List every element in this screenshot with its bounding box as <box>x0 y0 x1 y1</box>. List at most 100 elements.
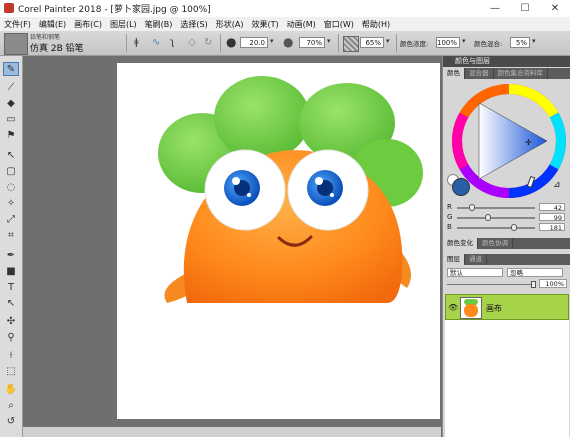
document-canvas[interactable] <box>117 63 440 419</box>
blue-slider[interactable]: B 181 <box>447 223 569 232</box>
brush-variant-label[interactable]: 仿真 2B 铅笔 <box>30 41 84 54</box>
bleed-field[interactable]: 5% <box>510 37 530 48</box>
window-title: Corel Painter 2018 - [萝卜家园.jpg @ 100%] <box>18 5 211 15</box>
tab-color[interactable]: 颜色 <box>443 68 465 79</box>
menu-canvas[interactable]: 画布(C) <box>70 19 106 30</box>
layer-opacity-slider[interactable] <box>447 281 537 288</box>
menu-layers[interactable]: 图层(L) <box>106 19 141 30</box>
toolbox: ✎ ⟋ ◆ ▭ ⚑ ↖ ▢ ◌ ✧ ⤢ ⌗ ✒ ■ T ↖ ✣ ⚲ ⟊ ⬚ ✋ … <box>0 56 23 437</box>
grain-stepper-icon[interactable]: ▾ <box>386 37 390 45</box>
brush-tool-icon[interactable]: ✎ <box>3 62 19 76</box>
tab-color-variability[interactable]: 颜色变化 <box>443 238 478 249</box>
menu-select[interactable]: 选择(S) <box>176 19 211 30</box>
menu-bar: 文件(F) 编辑(E) 画布(C) 图层(L) 笔刷(B) 选择(S) 形状(A… <box>0 17 570 32</box>
paint-bucket-icon[interactable]: ◆ <box>3 96 19 110</box>
resaturation-field[interactable]: 100% <box>436 37 460 48</box>
tab-color-sets[interactable]: 颜色集合资料库 <box>494 68 548 79</box>
layer-adjuster-icon[interactable]: ↖ <box>3 148 19 162</box>
color-variation-tabs: 颜色变化 颜色协调 <box>443 238 570 249</box>
divider <box>126 34 127 52</box>
app-logo-icon <box>4 3 14 13</box>
menu-effects[interactable]: 效果(T) <box>247 19 282 30</box>
eye-icon[interactable]: 👁 <box>448 303 458 312</box>
brush-size-field[interactable]: 20.0 <box>240 37 268 48</box>
menu-shapes[interactable]: 形状(A) <box>212 19 248 30</box>
svg-text:✛: ✛ <box>525 138 532 147</box>
layer-row-canvas[interactable]: 👁 画布 <box>445 294 569 320</box>
divider <box>338 34 339 52</box>
stroke-curve-icon[interactable]: ∿ <box>152 37 160 48</box>
stroke-disabled-icon: ◇ <box>188 37 196 48</box>
carrot-character-image <box>158 76 423 303</box>
size-dab-icon: ● <box>226 35 237 49</box>
tab-color-harmonies[interactable]: 颜色协调 <box>478 238 513 249</box>
layers-panel-tabs: 图层 通道 <box>443 254 570 265</box>
title-bar: Corel Painter 2018 - [萝卜家园.jpg @ 100%] —… <box>0 0 570 18</box>
tab-mixer[interactable]: 混合器 <box>465 68 494 79</box>
property-bar: 铅笔和钢笔 仿真 2B 铅笔 ǂ ∿ ʅ ◇ ↻ ● 20.0 ▾ ● 70% … <box>0 31 570 56</box>
crop-tool-icon[interactable]: ⌗ <box>3 228 19 242</box>
eyedropper-icon[interactable]: ⊿ <box>553 180 561 190</box>
opacity-field[interactable]: 70% <box>299 37 325 48</box>
divider <box>220 34 221 52</box>
right-panels: 颜色与图层 颜色 混合器 颜色集合资料库 ✛ ⊿ R 42 G 99 B 181… <box>442 56 570 437</box>
bleed-stepper-icon[interactable]: ▾ <box>532 37 536 45</box>
brush-category-icon[interactable] <box>4 33 28 55</box>
menu-edit[interactable]: 编辑(E) <box>35 19 70 30</box>
cloner-tool-icon[interactable]: ⚲ <box>3 330 19 344</box>
dropper-tool-icon[interactable]: ⟋ <box>3 80 19 94</box>
text-tool-icon[interactable]: T <box>3 280 19 294</box>
layer-opacity-field[interactable]: 100% <box>539 279 567 288</box>
menu-window[interactable]: 窗口(W) <box>320 19 358 30</box>
menu-file[interactable]: 文件(F) <box>0 19 35 30</box>
red-value[interactable]: 42 <box>539 203 565 212</box>
green-slider[interactable]: G 99 <box>447 213 569 222</box>
menu-brushes[interactable]: 笔刷(B) <box>141 19 177 30</box>
color-panel-tabs: 颜色 混合器 颜色集合资料库 <box>443 68 570 79</box>
opacity-dab-icon: ● <box>283 35 294 49</box>
rotate-page-icon[interactable]: ↺ <box>3 414 19 428</box>
magic-wand-icon[interactable]: ✧ <box>3 196 19 210</box>
grabber-hand-icon[interactable]: ✋ <box>3 382 19 396</box>
selection-adjuster-icon[interactable]: ⤢ <box>3 212 19 226</box>
composite-depth-select[interactable]: 忽略 <box>507 268 563 277</box>
grain-field[interactable]: 65% <box>360 37 384 48</box>
stroke-freehand-icon[interactable]: ǂ <box>134 37 139 48</box>
menu-help[interactable]: 帮助(H) <box>358 19 394 30</box>
divine-proportion-icon[interactable]: ✣ <box>3 314 19 328</box>
resaturation-stepper-icon[interactable]: ▾ <box>462 37 466 45</box>
tab-channels[interactable]: 通道 <box>465 254 487 265</box>
eraser-tool-icon[interactable]: ▭ <box>3 112 19 126</box>
layer-name: 画布 <box>486 304 502 313</box>
blue-value[interactable]: 181 <box>539 223 565 232</box>
brush-category-label[interactable]: 铅笔和钢笔 <box>30 32 60 41</box>
main-color-swatch[interactable] <box>452 178 470 196</box>
shape-selection-icon[interactable]: ↖ <box>3 296 19 310</box>
horizontal-scrollbar[interactable] <box>23 427 441 437</box>
close-button[interactable]: ✕ <box>540 0 570 17</box>
blend-tool-icon[interactable]: ⚑ <box>3 128 19 142</box>
tab-layers[interactable]: 图层 <box>443 254 465 265</box>
rect-select-icon[interactable]: ▢ <box>3 164 19 178</box>
bleed-label: 颜色混合: <box>474 40 503 48</box>
layer-thumbnail <box>460 297 482 319</box>
menu-movie[interactable]: 动画(M) <box>283 19 320 30</box>
red-slider[interactable]: R 42 <box>447 203 569 212</box>
color-layers-panel-header: 颜色与图层 <box>443 56 570 67</box>
transform-tool-icon[interactable]: ⬚ <box>3 364 19 378</box>
green-value[interactable]: 99 <box>539 213 565 222</box>
leaf-middle <box>214 76 310 160</box>
rectangle-shape-icon[interactable]: ■ <box>3 264 19 278</box>
resaturation-label: 颜色浓度: <box>400 40 429 48</box>
opacity-stepper-icon[interactable]: ▾ <box>327 37 331 45</box>
pen-tool-icon[interactable]: ✒ <box>3 248 19 262</box>
reset-tool-icon[interactable]: ↻ <box>204 37 212 48</box>
stroke-loop-icon[interactable]: ʅ <box>170 37 175 48</box>
minimize-button[interactable]: — <box>480 0 510 17</box>
mirror-paint-icon[interactable]: ⟊ <box>3 348 19 362</box>
size-stepper-icon[interactable]: ▾ <box>270 37 274 45</box>
magnifier-icon[interactable]: ⌕ <box>3 398 19 412</box>
maximize-button[interactable]: ☐ <box>510 0 540 17</box>
lasso-tool-icon[interactable]: ◌ <box>3 180 19 194</box>
composite-method-select[interactable]: 默认 <box>447 268 503 277</box>
